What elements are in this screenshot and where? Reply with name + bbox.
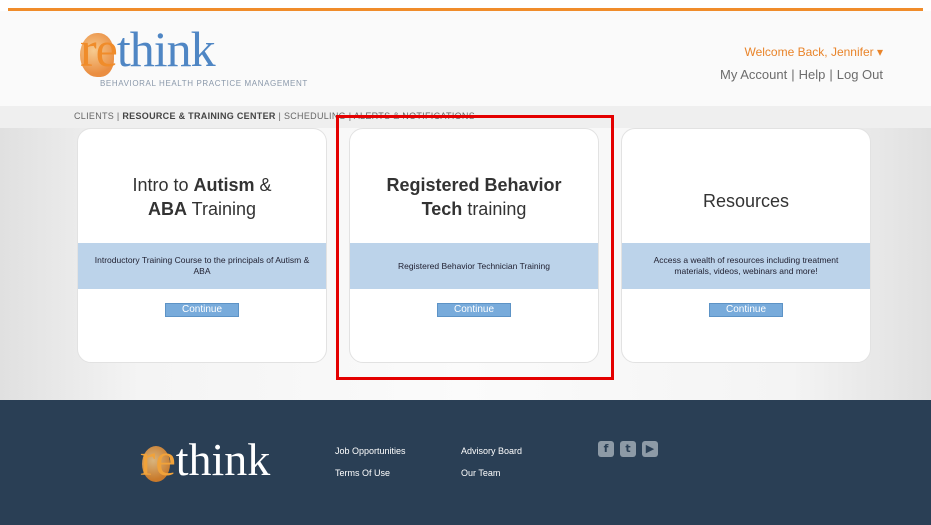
- footer-logo-wordmark: rethink: [140, 434, 271, 485]
- social-links: f t ▶: [598, 441, 658, 457]
- terms-of-use-link[interactable]: Terms Of Use: [335, 462, 406, 484]
- continue-button[interactable]: Continue: [709, 303, 783, 317]
- rethink-logo[interactable]: rethink BEHAVIORAL HEALTH PRACTICE MANAG…: [80, 21, 340, 93]
- top-accent-bar: [0, 0, 931, 11]
- help-link[interactable]: Help: [799, 67, 826, 82]
- footer-rethink-logo[interactable]: rethink: [140, 432, 290, 492]
- our-team-link[interactable]: Our Team: [461, 462, 522, 484]
- card-title: Intro to Autism & ABA Training: [132, 175, 272, 219]
- youtube-icon[interactable]: ▶: [642, 441, 658, 457]
- logout-link[interactable]: Log Out: [837, 67, 883, 82]
- twitter-icon[interactable]: t: [620, 441, 636, 457]
- card-resources[interactable]: Resources Access a wealth of resources i…: [621, 128, 871, 363]
- continue-button[interactable]: Continue: [165, 303, 239, 317]
- nav-item-clients[interactable]: CLIENTS: [74, 111, 114, 121]
- card-title: Resources: [702, 191, 790, 211]
- separator: |: [829, 67, 833, 82]
- card-intro-autism-aba[interactable]: Intro to Autism & ABA Training Introduct…: [77, 128, 327, 363]
- footer-links-col2: Advisory Board Our Team: [461, 440, 522, 484]
- my-account-link[interactable]: My Account: [720, 67, 787, 82]
- account-links: My Account | Help | Log Out: [720, 67, 883, 82]
- logo-tagline: BEHAVIORAL HEALTH PRACTICE MANAGEMENT: [100, 79, 308, 88]
- job-opportunities-link[interactable]: Job Opportunities: [335, 440, 406, 462]
- footer-links-col1: Job Opportunities Terms Of Use: [335, 440, 406, 484]
- welcome-user-dropdown[interactable]: Welcome Back, Jennifer ▾: [744, 45, 883, 59]
- footer: rethink Job Opportunities Terms Of Use A…: [0, 400, 931, 525]
- card-description: Access a wealth of resources including t…: [622, 243, 870, 289]
- highlight-box: [336, 115, 614, 380]
- logo-wordmark: rethink: [80, 21, 216, 77]
- advisory-board-link[interactable]: Advisory Board: [461, 440, 522, 462]
- card-description: Introductory Training Course to the prin…: [78, 243, 326, 289]
- separator: |: [791, 67, 795, 82]
- header: rethink BEHAVIORAL HEALTH PRACTICE MANAG…: [0, 11, 931, 106]
- nav-item-resource-training[interactable]: RESOURCE & TRAINING CENTER: [122, 111, 275, 121]
- facebook-icon[interactable]: f: [598, 441, 614, 457]
